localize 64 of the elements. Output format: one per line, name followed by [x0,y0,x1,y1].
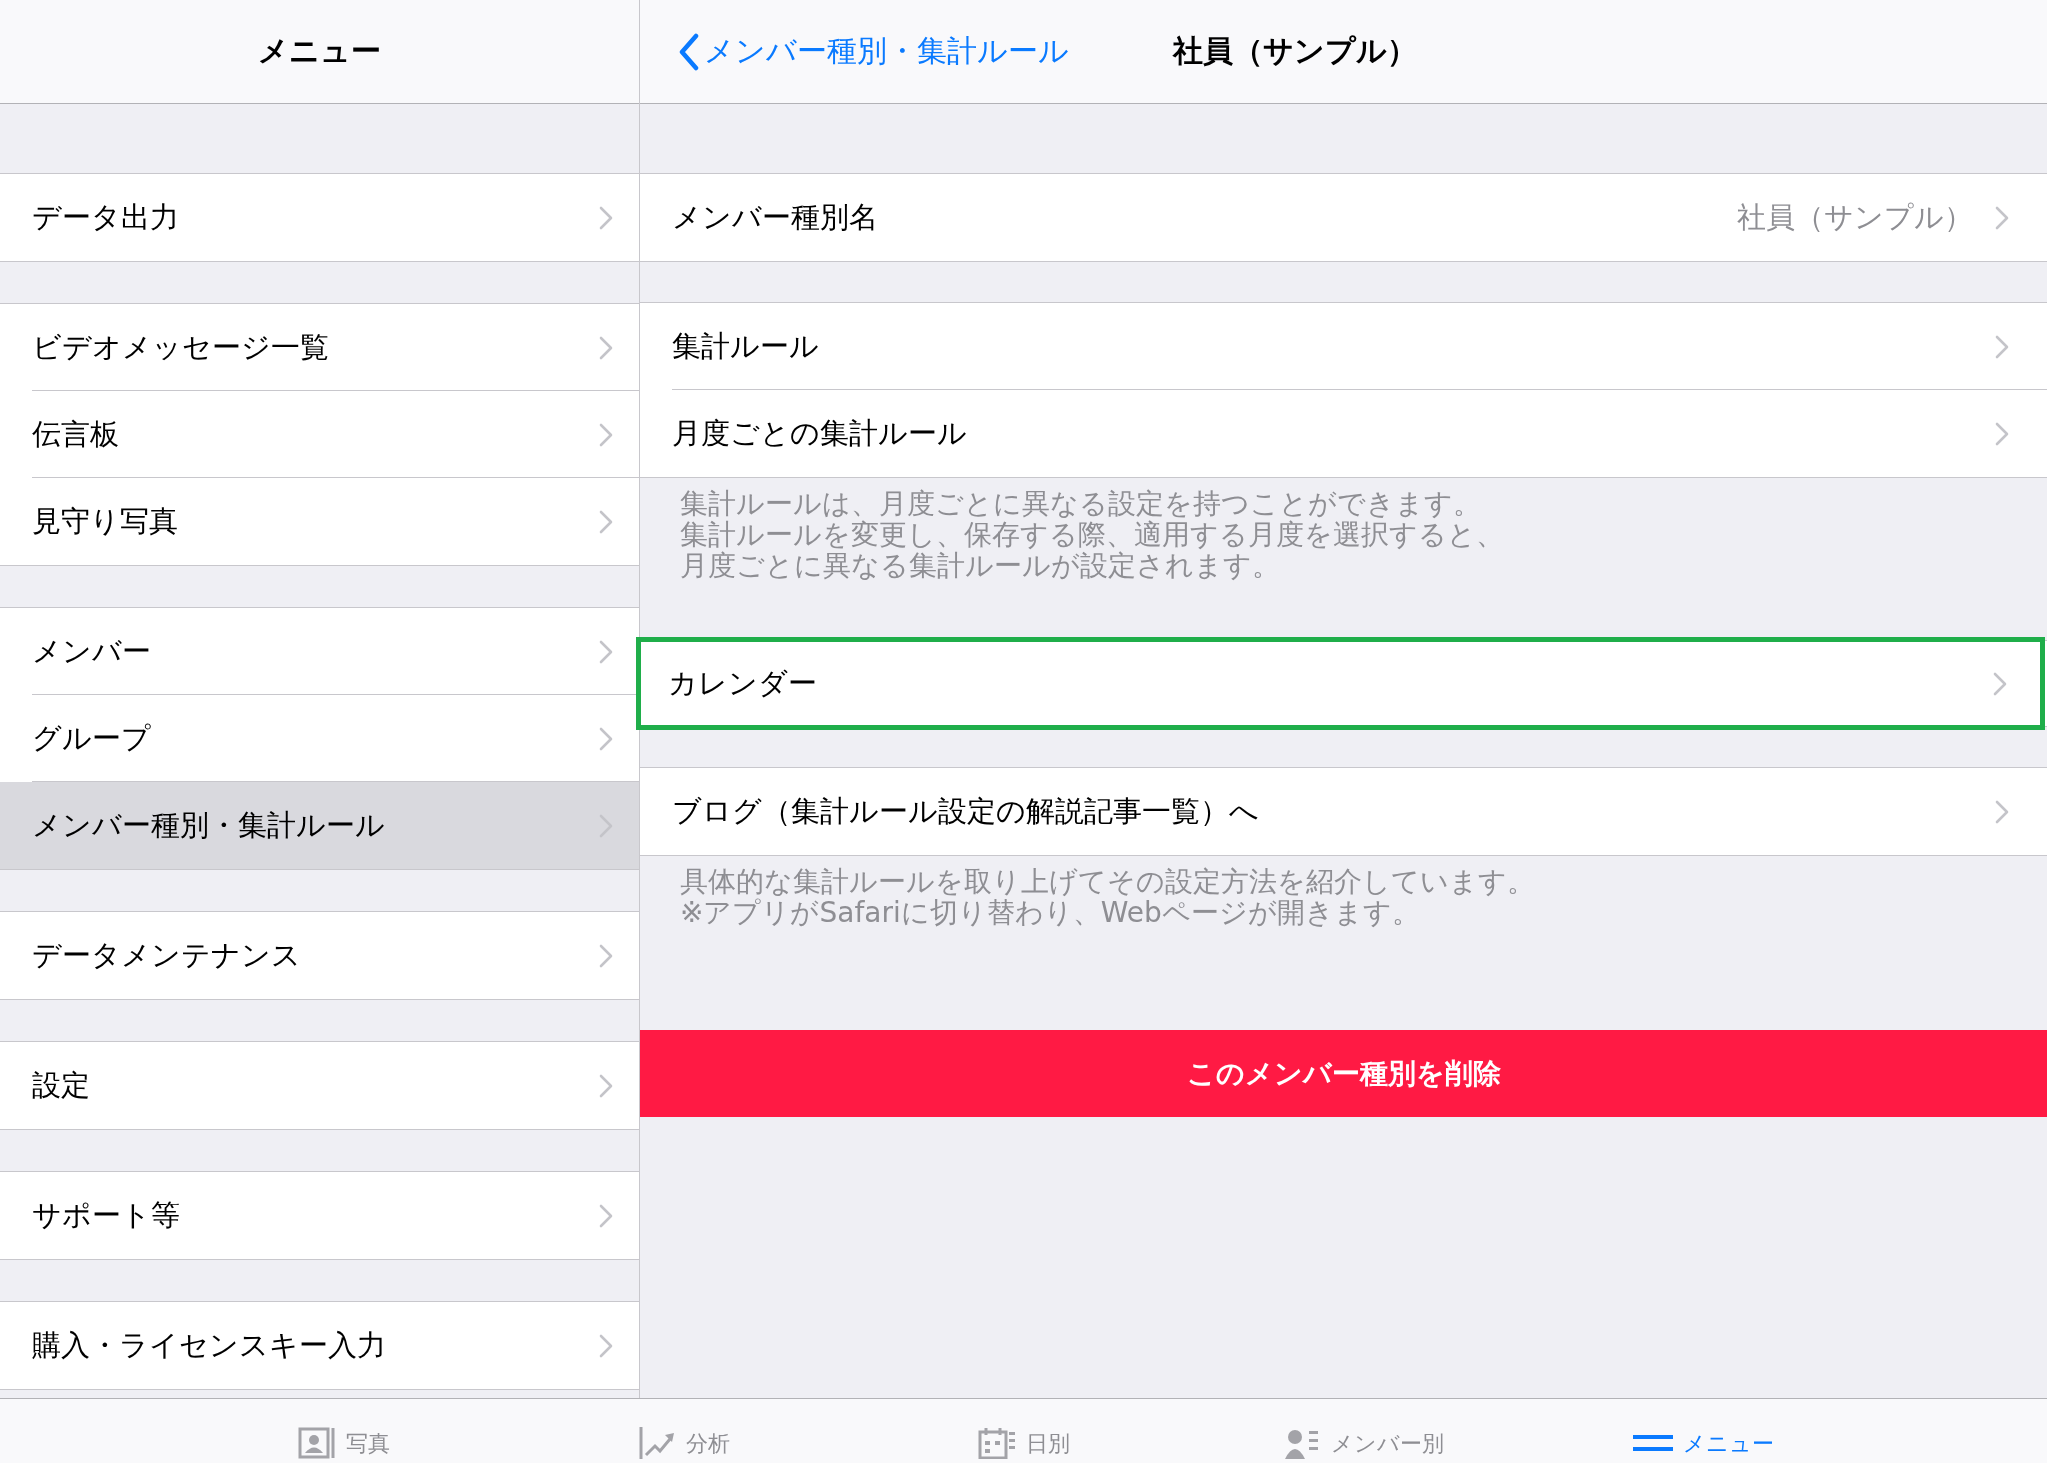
row-label: ブログ（集計ルール設定の解説記事一覧）へ [672,792,1260,830]
highlighted-list-row[interactable]: カレンダー [636,637,2045,730]
footnote-line: 集計ルールは、月度ごとに異なる設定を持つことができます。 [680,488,1481,519]
row-label: メンバー種別名 [672,198,879,236]
chevron-icon [1993,671,2007,696]
chevron-icon [599,335,613,360]
chevron-icon [1995,334,2009,359]
menu-item-label: データ出力 [32,198,179,236]
chevron-icon [599,422,613,447]
list-row[interactable]: 月度ごとの集計ルール [640,390,2047,477]
delete-button[interactable]: このメンバー種別を削除 [640,1030,2047,1117]
menu-item-label: 設定 [32,1066,90,1104]
menu-item[interactable]: 設定 [0,1042,639,1129]
chevron-icon [1995,421,2009,446]
menu-item[interactable]: データ出力 [0,174,639,261]
menu-item-label: データメンテナンス [32,936,301,974]
menu-item[interactable]: 伝言板 [0,391,639,478]
menu-item[interactable]: メンバー種別・集計ルール [0,782,639,869]
menu-item[interactable]: データメンテナンス [0,912,639,999]
chevron-icon [599,1203,613,1228]
row-label: 月度ごとの集計ルール [672,414,968,452]
person-list-icon [1283,1427,1321,1459]
chart-icon [637,1427,676,1459]
chevron-icon [1995,205,2009,230]
row-label: 集計ルール [672,327,820,365]
portrait-icon [297,1427,336,1459]
menu-item-label: 購入・ライセンスキー入力 [32,1326,386,1364]
list-row[interactable]: ブログ（集計ルール設定の解説記事一覧）へ [640,768,2047,855]
footnote-line: 月度ごとに異なる集計ルールが設定されます。 [680,550,1280,581]
footnote-line: ※アプリがSafariに切り替わり、Webページが開きます。 [680,897,1420,928]
row-value: 社員（サンプル） [1737,198,1973,236]
pane-title: メニュー [258,32,381,70]
list-row[interactable]: 集計ルール [640,303,2047,390]
back-icon [678,32,700,71]
menu-item-label: ビデオメッセージ一覧 [32,328,329,366]
menu-item[interactable]: メンバー [0,608,639,695]
menu-item[interactable]: グループ [0,695,639,782]
menu-item[interactable]: ビデオメッセージ一覧 [0,304,639,391]
menu-item[interactable]: 見守り写真 [0,478,639,565]
menu-icon [1633,1435,1673,1451]
footnote-line: 集計ルールを変更し、保存する際、適用する月度を選択すると、 [680,519,1504,550]
chevron-icon [599,726,613,751]
chevron-icon [599,205,613,230]
menu-item-label: メンバー種別・集計ルール [32,806,385,844]
chevron-icon [599,639,613,664]
row-label: カレンダー [668,664,818,702]
tab-item[interactable]: メニュー [1533,1399,1874,1463]
menu-item-label: サポート等 [32,1196,180,1234]
calendar-icon [977,1427,1016,1459]
list-row[interactable]: メンバー種別名 社員（サンプル） [640,174,2047,261]
chevron-icon [599,509,613,534]
chevron-icon [1995,799,2009,824]
chevron-icon [599,1073,613,1098]
chevron-icon [599,943,613,968]
back-button[interactable]: メンバー種別・集計ルール [678,31,1069,72]
menu-item-label: 見守り写真 [32,502,178,540]
menu-item[interactable]: サポート等 [0,1172,639,1259]
menu-item[interactable]: 購入・ライセンスキー入力 [0,1302,639,1389]
menu-item-label: 伝言板 [32,415,119,453]
chevron-icon [599,1333,613,1358]
footnote-line: 具体的な集計ルールを取り上げてその設定方法を紹介しています。 [680,866,1535,897]
menu-item-label: グループ [32,719,151,757]
screen-title: 社員（サンプル） [1173,32,1417,70]
menu-item-label: メンバー [32,632,151,670]
